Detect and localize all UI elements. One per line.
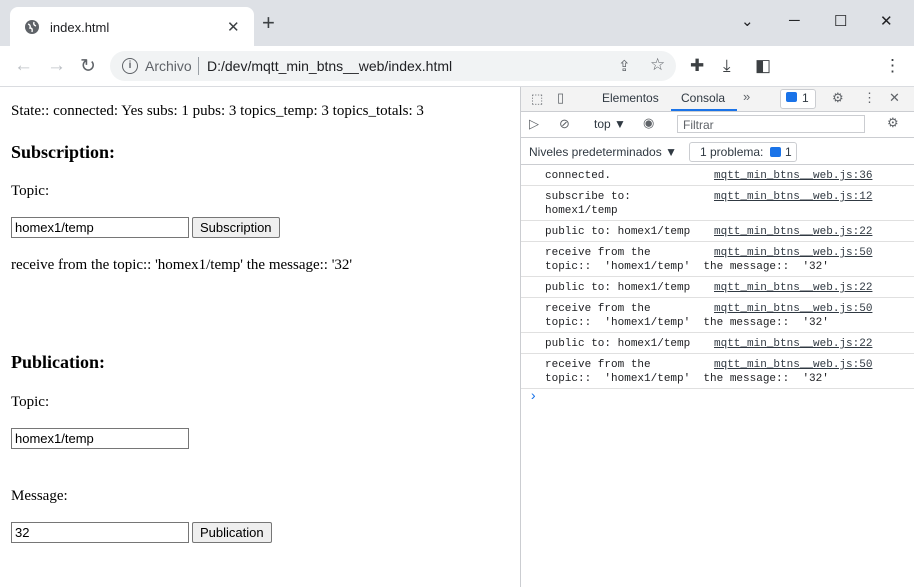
close-window-button[interactable]: ✕ xyxy=(880,12,893,30)
info-icon[interactable]: i xyxy=(122,58,138,74)
active-tab-indicator xyxy=(671,109,737,111)
url-scheme: Archivo xyxy=(145,58,192,74)
eye-icon[interactable]: ◉ xyxy=(643,115,654,131)
subscription-topic-label: Topic: xyxy=(11,183,50,199)
publication-topic-input[interactable]: homex1/temp xyxy=(11,428,189,449)
console-log-row: public to: homex1/temp mqtt_min_btns__we… xyxy=(521,277,914,298)
devtools-tabbar: ⬚ ▯ Elementos Consola » 1 ⚙ ⋮ ✕ xyxy=(521,87,914,112)
menu-kebab-icon[interactable]: ⋮ xyxy=(884,56,901,76)
state-line: State:: connected: Yes subs: 1 pubs: 3 t… xyxy=(11,103,424,119)
publication-heading: Publication: xyxy=(11,352,106,372)
settings-gear-icon[interactable]: ⚙ xyxy=(832,90,844,106)
log-message: receive from the topic:: 'homex1/temp' t… xyxy=(545,303,829,329)
console-log-row: public to: homex1/temp mqtt_min_btns__we… xyxy=(521,333,914,354)
share-icon[interactable]: ⇪ xyxy=(618,57,631,75)
log-message: receive from the topic:: 'homex1/temp' t… xyxy=(545,247,829,273)
console-log-row: connected. mqtt_min_btns__web.js:36 xyxy=(521,165,914,186)
context-selector[interactable]: top ▼ xyxy=(594,117,626,131)
issues-count: 1 xyxy=(802,91,809,105)
reload-icon[interactable]: ↻ xyxy=(80,55,96,78)
address-bar[interactable]: i Archivo D:/dev/mqtt_min_btns__web/inde… xyxy=(110,51,676,81)
received-message: receive from the topic:: 'homex1/temp' t… xyxy=(11,257,353,273)
log-source-link[interactable]: mqtt_min_btns__web.js:22 xyxy=(714,337,872,351)
tab-title: index.html xyxy=(50,20,110,35)
maximize-button[interactable]: ☐ xyxy=(834,12,847,30)
filter-input[interactable]: Filtrar xyxy=(677,115,865,133)
log-source-link[interactable]: mqtt_min_btns__web.js:22 xyxy=(714,225,872,239)
log-source-link[interactable]: mqtt_min_btns__web.js:50 xyxy=(714,302,872,316)
problem-button[interactable]: 1 problema: 1 xyxy=(689,142,797,162)
tab-consola[interactable]: Consola xyxy=(681,91,725,105)
side-panel-icon[interactable]: ◧ xyxy=(755,56,771,76)
message-input[interactable]: 32 xyxy=(11,522,189,543)
bookmark-star-icon[interactable]: ☆ xyxy=(650,55,665,75)
new-tab-button[interactable]: + xyxy=(262,12,275,34)
console-log-row: receive from the topic:: 'homex1/temp' t… xyxy=(521,354,914,389)
tab-search-icon[interactable]: ⌄ xyxy=(741,12,754,30)
url-text[interactable]: D:/dev/mqtt_min_btns__web/index.html xyxy=(207,58,452,74)
console-log-row: public to: homex1/temp mqtt_min_btns__we… xyxy=(521,221,914,242)
subscription-topic-input[interactable]: homex1/temp xyxy=(11,217,189,238)
close-tab-icon[interactable]: ✕ xyxy=(227,18,240,36)
levels-dropdown[interactable]: Niveles predeterminados ▼ xyxy=(529,145,677,159)
log-message: receive from the topic:: 'homex1/temp' t… xyxy=(545,359,829,385)
log-source-link[interactable]: mqtt_min_btns__web.js:12 xyxy=(714,190,872,204)
issues-badge[interactable]: 1 xyxy=(780,89,816,109)
address-separator xyxy=(198,57,199,75)
publication-button[interactable]: Publication xyxy=(192,522,272,543)
publication-topic-label: Topic: xyxy=(11,394,50,410)
console-toolbar: ▷ ⊘ top ▼ ◉ Filtrar ⚙ xyxy=(521,112,914,138)
console-prompt-icon[interactable]: › xyxy=(529,389,537,405)
minimize-button[interactable]: ─ xyxy=(789,12,800,29)
problem-label: 1 problema: xyxy=(700,145,764,159)
download-icon[interactable]: ⤓ xyxy=(723,56,731,76)
log-source-link[interactable]: mqtt_min_btns__web.js:50 xyxy=(714,358,872,372)
extensions-icon[interactable]: ✚ xyxy=(690,56,704,76)
more-tabs-icon[interactable]: » xyxy=(743,89,750,104)
log-message: public to: homex1/temp xyxy=(545,282,691,294)
clear-console-icon[interactable]: ⊘ xyxy=(559,116,570,132)
inspect-element-icon[interactable]: ⬚ xyxy=(531,91,543,107)
tab-strip: index.html ✕ + ⌄ ─ ☐ ✕ xyxy=(0,0,914,46)
sidebar-toggle-icon[interactable]: ▷ xyxy=(529,116,539,132)
log-message: subscribe to: homex1/temp xyxy=(545,191,631,217)
console-settings-icon[interactable]: ⚙ xyxy=(887,115,899,131)
log-message: public to: homex1/temp xyxy=(545,226,691,238)
log-source-link[interactable]: mqtt_min_btns__web.js:36 xyxy=(714,169,872,183)
tab-elementos[interactable]: Elementos xyxy=(602,91,659,105)
message-label: Message: xyxy=(11,488,68,504)
log-source-link[interactable]: mqtt_min_btns__web.js:22 xyxy=(714,281,872,295)
log-message: public to: homex1/temp xyxy=(545,338,691,350)
forward-icon[interactable]: → xyxy=(47,55,66,77)
console-log-row: receive from the topic:: 'homex1/temp' t… xyxy=(521,242,914,277)
device-toolbar-icon[interactable]: ▯ xyxy=(557,90,564,106)
message-icon xyxy=(786,92,797,102)
browser-toolbar: ← → ↻ i Archivo D:/dev/mqtt_min_btns__we… xyxy=(0,46,914,87)
back-icon[interactable]: ← xyxy=(14,55,33,77)
console-log-row: subscribe to: homex1/temp mqtt_min_btns_… xyxy=(521,186,914,221)
page-content: State:: connected: Yes subs: 1 pubs: 3 t… xyxy=(0,87,520,587)
problem-count: 1 xyxy=(785,145,792,159)
subscription-button[interactable]: Subscription xyxy=(192,217,280,238)
globe-icon xyxy=(25,20,39,34)
log-source-link[interactable]: mqtt_min_btns__web.js:50 xyxy=(714,246,872,260)
subscription-heading: Subscription: xyxy=(11,142,116,162)
devtools-menu-icon[interactable]: ⋮ xyxy=(863,90,876,106)
log-message: connected. xyxy=(545,170,612,182)
browser-tab[interactable]: index.html ✕ xyxy=(10,7,254,46)
console-levels-bar: Niveles predeterminados ▼ 1 problema: 1 xyxy=(521,138,914,165)
console-log-row: receive from the topic:: 'homex1/temp' t… xyxy=(521,298,914,333)
devtools-panel: ⬚ ▯ Elementos Consola » 1 ⚙ ⋮ ✕ ▷ ⊘ top … xyxy=(520,87,914,587)
close-devtools-icon[interactable]: ✕ xyxy=(889,90,900,106)
message-icon xyxy=(770,147,781,157)
